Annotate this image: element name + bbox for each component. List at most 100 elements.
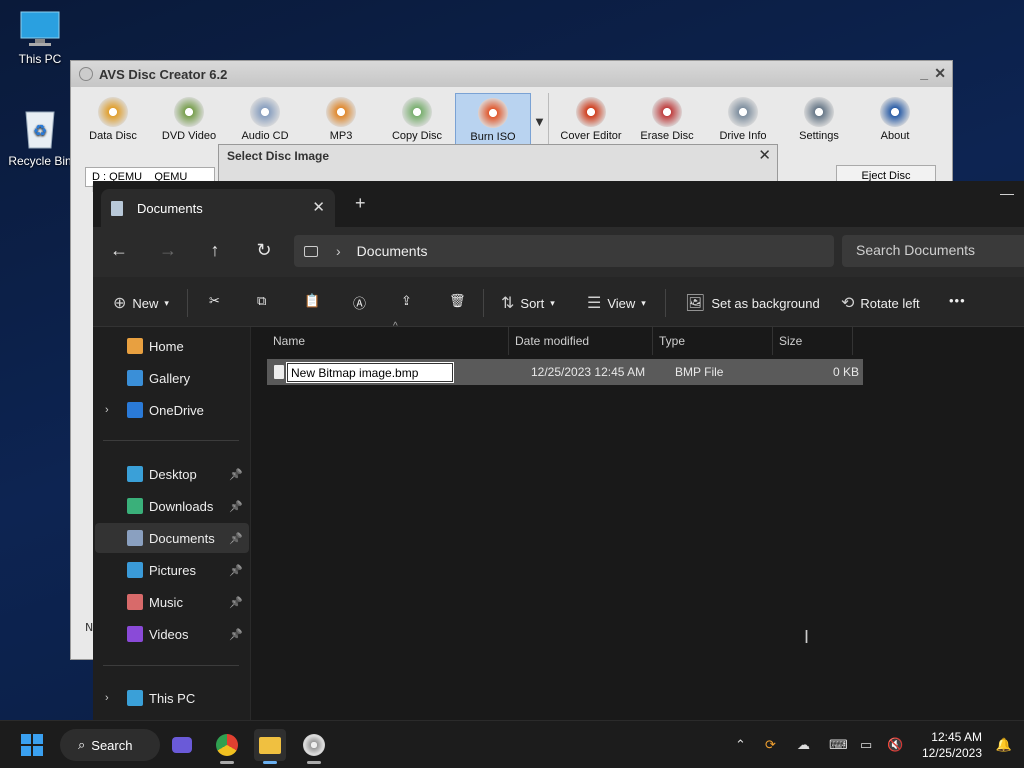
desktop-icon-label: Recycle Bin <box>8 154 72 168</box>
text-cursor-icon: I <box>804 627 810 647</box>
taskbar-avs[interactable] <box>298 729 330 764</box>
sidebar-item-this-pc[interactable]: › This PC <box>95 683 249 713</box>
cut-icon[interactable]: ✂ <box>209 293 220 309</box>
address-bar[interactable]: › Documents <box>294 235 834 267</box>
pin-icon: 📌 <box>229 596 243 609</box>
svg-text:♻: ♻ <box>33 121 47 140</box>
sidebar-item-documents[interactable]: Documents 📌 <box>95 523 249 553</box>
file-row[interactable]: 12/25/2023 12:45 AM BMP File 0 KB <box>267 359 863 385</box>
sidebar-item-downloads[interactable]: Downloads 📌 <box>95 491 249 521</box>
desktop-icon <box>127 466 143 482</box>
sidebar-item-onedrive[interactable]: › OneDrive <box>95 395 249 425</box>
new-tab-button[interactable]: + <box>355 193 366 214</box>
search-icon: ⌕ <box>78 737 86 752</box>
burn-dropdown-arrow-icon[interactable]: ▼ <box>531 93 549 151</box>
sidebar-item-gallery[interactable]: Gallery <box>95 363 249 393</box>
more-options-icon[interactable]: ••• <box>949 293 966 308</box>
view-button[interactable]: ☰ View ▾ <box>587 293 646 313</box>
sidebar-item-pictures[interactable]: Pictures 📌 <box>95 555 249 585</box>
tab-documents[interactable]: Documents ✕ <box>101 189 335 227</box>
new-button[interactable]: ⊕ New ▾ <box>113 293 169 313</box>
videos-icon <box>127 626 143 642</box>
column-header-date[interactable]: Date modified <box>509 327 653 355</box>
up-arrow-icon[interactable]: ↑ <box>203 240 227 261</box>
toolbar-button-settings[interactable]: Settings <box>781 93 857 151</box>
toolbar-label: About <box>880 130 910 142</box>
running-indicator <box>263 761 277 764</box>
toolbar-button-about[interactable]: About <box>857 93 933 151</box>
desktop-icon-this-pc[interactable]: This PC <box>0 10 80 66</box>
speaker-muted-icon[interactable]: 🔇 <box>887 737 903 753</box>
tab-label: Documents <box>137 200 203 216</box>
chevron-right-icon[interactable]: › <box>105 692 109 704</box>
taskbar-file-explorer[interactable] <box>254 729 286 764</box>
toolbar-button-burn-iso[interactable]: Burn ISO <box>455 93 531 151</box>
rename-input[interactable] <box>286 362 454 383</box>
back-arrow-icon[interactable]: ← <box>107 240 131 261</box>
share-icon[interactable]: ⇪ <box>401 293 412 309</box>
window-minimize-button[interactable]: — <box>1000 185 1014 201</box>
display-icon[interactable]: ▭ <box>860 737 872 753</box>
sidebar-item-label: Desktop <box>149 466 197 482</box>
pin-icon: 📌 <box>229 500 243 513</box>
toolbar-label: Settings <box>799 130 839 142</box>
cloud-off-icon[interactable]: ☁ <box>797 737 810 753</box>
sidebar-item-home[interactable]: Home <box>95 331 249 361</box>
delete-icon[interactable]: 🗑 <box>449 293 466 309</box>
notification-bell-icon[interactable]: 🔔 <box>996 737 1012 753</box>
column-header-name[interactable]: Name <box>267 327 509 355</box>
update-icon[interactable]: ⟳ <box>765 737 776 753</box>
toolbar-label: Cover Editor <box>560 130 622 142</box>
avs-toolbar: Data Disc DVD Video Audio CD MP3 Copy Disc Bu… <box>75 91 948 151</box>
set-background-button[interactable]: 🖼 Set as background <box>685 293 820 313</box>
mp3-icon <box>326 97 356 127</box>
paste-icon[interactable]: 📋 <box>304 293 320 309</box>
toolbar-button-copy-disc[interactable]: Copy Disc <box>379 93 455 151</box>
taskbar-clock[interactable]: 12:45 AM 12/25/2023 <box>922 729 982 761</box>
toolbar-button-audio-cd[interactable]: Audio CD <box>227 93 303 151</box>
onedrive-icon <box>127 402 143 418</box>
navigation-bar: ← → ↑ ↻ › Documents Search Documents <box>93 227 1024 277</box>
rotate-left-button[interactable]: ⟲ Rotate left <box>841 293 920 313</box>
toolbar-label: Erase Disc <box>640 130 694 142</box>
column-header-size[interactable]: Size <box>773 327 853 355</box>
taskbar-meet[interactable] <box>166 729 198 761</box>
toolbar-button-drive-info[interactable]: Drive Info <box>705 93 781 151</box>
chevron-up-icon[interactable]: ⌃ <box>735 737 746 753</box>
plus-circle-icon: ⊕ <box>113 295 127 312</box>
forward-arrow-icon[interactable]: → <box>156 240 180 261</box>
toolbar-label: Audio CD <box>241 130 289 142</box>
rename-icon[interactable]: Ⓐ <box>353 293 366 312</box>
toolbar-button-dvd-video[interactable]: DVD Video <box>151 93 227 151</box>
pin-icon: 📌 <box>229 468 243 481</box>
chevron-right-icon[interactable]: › <box>105 404 109 416</box>
taskbar-search[interactable]: ⌕ Search <box>60 729 160 761</box>
toolbar-button-cover-editor[interactable]: Cover Editor <box>553 93 629 151</box>
close-button[interactable]: ✕ <box>934 65 946 82</box>
toolbar-label: Data Disc <box>89 130 137 142</box>
close-tab-icon[interactable]: ✕ <box>312 198 325 216</box>
sidebar-item-desktop[interactable]: Desktop 📌 <box>95 459 249 489</box>
monitor-icon <box>19 10 61 48</box>
cover-editor-icon <box>576 97 606 127</box>
keyboard-icon[interactable]: ⌨ <box>829 737 848 753</box>
copy-icon[interactable]: ⧉ <box>257 293 266 309</box>
rotate-left-icon: ⟲ <box>841 295 855 312</box>
toolbar-button-data-disc[interactable]: Data Disc <box>75 93 151 151</box>
sidebar-item-label: Music <box>149 594 183 610</box>
toolbar-button-erase-disc[interactable]: Erase Disc <box>629 93 705 151</box>
taskbar-chrome[interactable] <box>211 729 243 764</box>
refresh-icon[interactable]: ↻ <box>252 240 276 261</box>
search-input[interactable]: Search Documents <box>842 235 1024 267</box>
column-header-type[interactable]: Type <box>653 327 773 355</box>
start-button[interactable] <box>16 729 48 761</box>
audio-cd-icon <box>250 97 280 127</box>
minimize-button[interactable]: _ <box>920 65 928 81</box>
document-icon <box>111 200 123 216</box>
desktop-icon-recycle-bin[interactable]: ♻ Recycle Bin <box>0 106 80 168</box>
sidebar-item-videos[interactable]: Videos 📌 <box>95 619 249 649</box>
sidebar-item-music[interactable]: Music 📌 <box>95 587 249 617</box>
sort-button[interactable]: ⇅ Sort ▾ <box>501 293 555 313</box>
dialog-close-button[interactable]: ✕ <box>758 146 771 164</box>
toolbar-button-mp3[interactable]: MP3 <box>303 93 379 151</box>
